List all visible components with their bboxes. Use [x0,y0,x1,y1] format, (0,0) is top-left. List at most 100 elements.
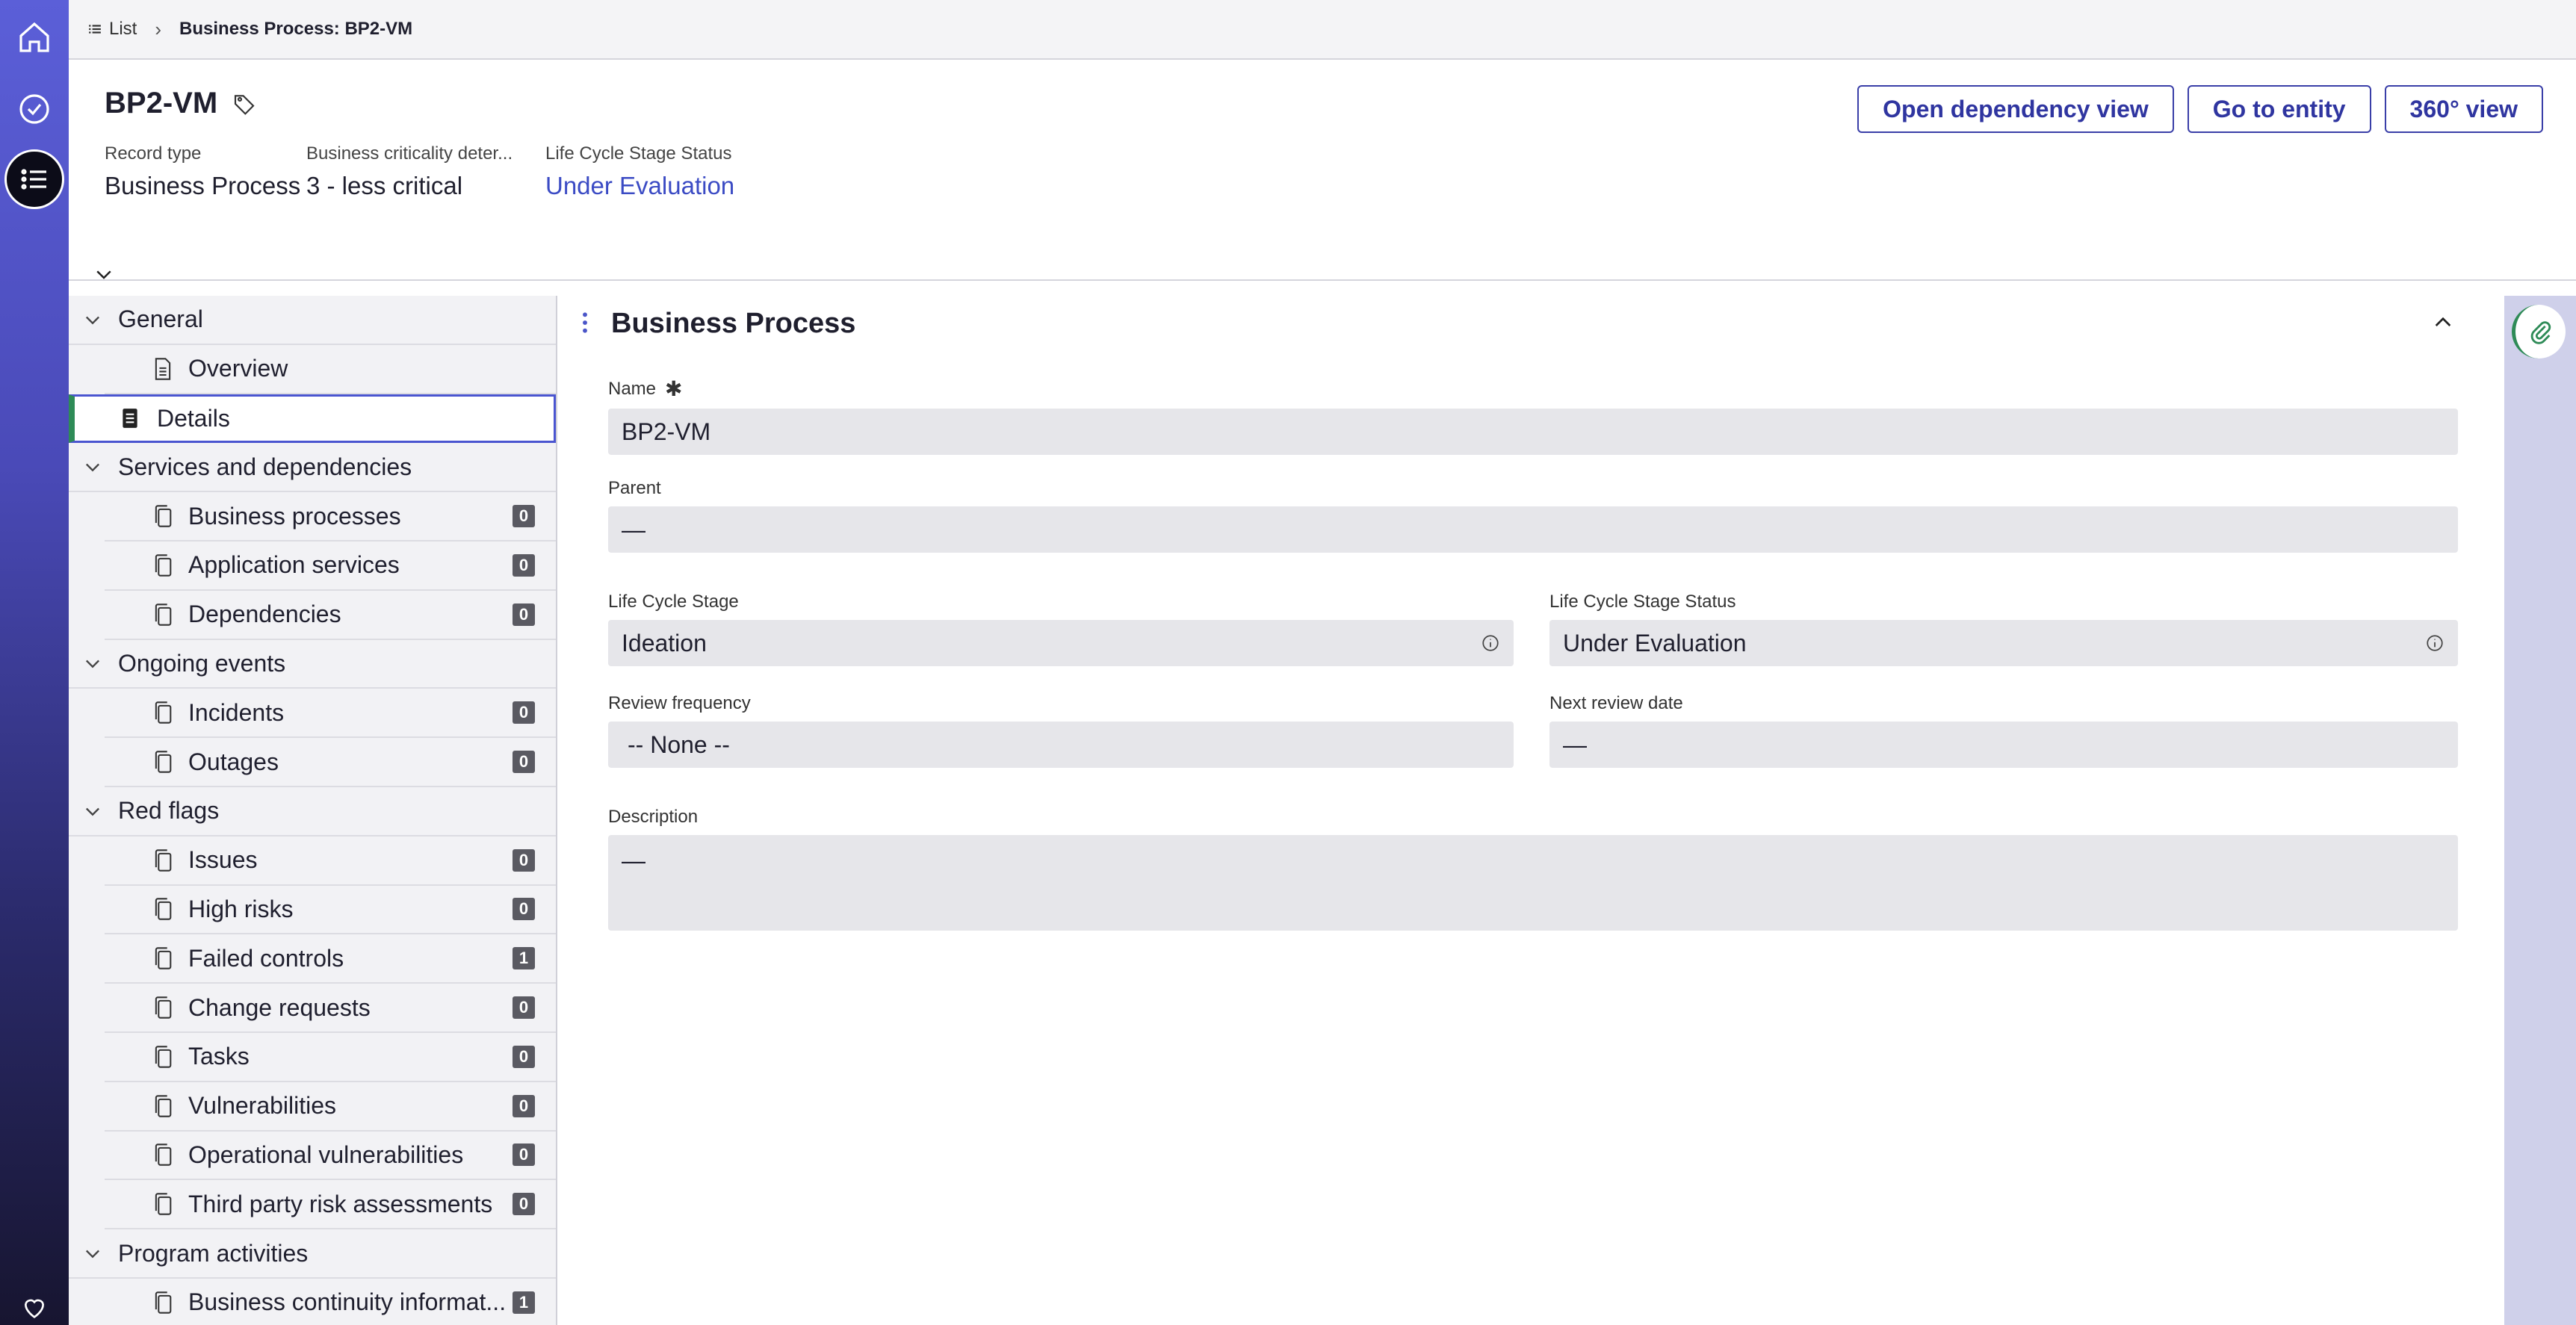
count-badge: 1 [513,947,535,970]
review-frequency-select[interactable]: -- None -- [608,722,1514,768]
open-dependency-view-button[interactable]: Open dependency view [1857,85,2174,133]
chevron-down-icon [86,316,99,325]
nav-group-label: Ongoing events [118,649,286,677]
nav-item-issues[interactable]: Issues 0 [105,837,556,886]
count-badge: 0 [513,505,535,528]
lcs-value: Ideation [622,629,707,657]
count-badge: 0 [513,1094,535,1117]
chevron-down-icon [86,1250,99,1259]
copy-icon [155,554,172,577]
header-actions: Open dependency view Go to entity 360° v… [1857,85,2543,133]
nav-item-operational-vulnerabilities[interactable]: Operational vulnerabilities 0 [105,1132,556,1181]
nav-item-failed-controls[interactable]: Failed controls 1 [105,934,556,984]
lcs-status-input[interactable]: Under Evaluation [1549,620,2458,666]
attachments-button[interactable] [2512,305,2566,359]
nav-item-label: Failed controls [188,944,344,972]
description-field: Description — [608,807,2458,931]
left-rail [0,0,69,1325]
review-frequency-field: Review frequency -- None -- [608,693,1514,768]
nav-group-label: Services and dependencies [118,453,412,480]
nav-item-third-party-risk[interactable]: Third party risk assessments 0 [105,1180,556,1230]
chevron-down-icon[interactable] [93,263,115,285]
field-label: Name ✱ [608,376,2458,401]
next-review-date-field: Next review date — [1549,693,2458,768]
view-360-button[interactable]: 360° view [2384,85,2543,133]
meta-criticality: Business criticality deter... 3 - less c… [306,143,513,200]
section-title: Business Process [611,308,856,339]
count-badge: 0 [513,751,535,774]
go-to-entity-button[interactable]: Go to entity [2187,85,2371,133]
copy-icon [155,1046,172,1068]
copy-icon [155,1291,172,1314]
meta-lcs-status: Life Cycle Stage Status Under Evaluation [545,143,734,200]
right-utility-strip [2504,296,2576,1325]
nav-group-program-activities[interactable]: Program activities [69,1229,556,1279]
heart-icon[interactable] [4,1292,64,1325]
nav-group-red-flags[interactable]: Red flags [69,787,556,837]
nav-item-high-risks[interactable]: High risks 0 [105,886,556,935]
nav-item-overview[interactable]: Overview [105,345,556,394]
meta-record-type: Record type Business Process [105,143,300,200]
nav-item-label: Issues [188,846,258,874]
description-textarea[interactable]: — [608,835,2458,931]
nav-item-change-requests[interactable]: Change requests 0 [105,984,556,1033]
next-review-date-input[interactable]: — [1549,722,2458,768]
info-icon[interactable] [1481,633,1500,653]
meta-label: Life Cycle Stage Status [545,143,732,164]
chevron-up-icon[interactable] [2431,311,2455,335]
document-icon [155,357,171,380]
nav-group-general[interactable]: General [69,296,556,345]
more-vertical-icon[interactable] [580,311,590,335]
nav-item-business-processes[interactable]: Business processes 0 [105,492,556,542]
nav-item-dependencies[interactable]: Dependencies 0 [105,591,556,640]
copy-icon [155,1144,172,1167]
list-icon[interactable] [4,149,64,209]
chevron-down-icon [86,807,99,816]
info-icon[interactable] [2425,633,2445,653]
name-label: Name [608,378,657,399]
parent-input[interactable]: — [608,506,2458,553]
nav-group-ongoing-events[interactable]: Ongoing events [69,640,556,689]
nav-item-outages[interactable]: Outages 0 [105,738,556,787]
meta-label: Record type [105,143,202,164]
required-asterisk-icon: ✱ [665,377,683,400]
copy-icon [155,701,172,724]
copy-icon [155,848,172,872]
breadcrumb-list-link[interactable]: List [88,19,137,40]
check-circle-icon[interactable] [4,79,64,139]
nav-group-services[interactable]: Services and dependencies [69,443,556,493]
paperclip-icon [2530,321,2551,344]
home-icon[interactable] [4,7,64,67]
review-frequency-label: Review frequency [608,693,751,713]
name-input[interactable]: BP2-VM [608,409,2458,455]
copy-icon [155,947,172,969]
nav-item-label: Vulnerabilities [188,1092,337,1120]
copy-icon [155,996,172,1019]
lcs-input[interactable]: Ideation [608,620,1514,666]
nav-item-business-continuity[interactable]: Business continuity informat... 1 [105,1279,556,1325]
count-badge: 0 [513,898,535,921]
nav-item-incidents[interactable]: Incidents 0 [105,689,556,739]
nav-item-application-services[interactable]: Application services 0 [105,542,556,591]
name-field: Name ✱ BP2-VM [608,376,2458,455]
meta-lcs-status-link[interactable]: Under Evaluation [545,172,734,200]
meta-label: Business criticality deter... [306,143,513,164]
form-panel: Business Process Name ✱ BP2-VM Parent — … [559,296,2504,1325]
nav-item-label: Operational vulnerabilities [188,1141,464,1168]
nav-item-details[interactable]: Details [69,394,556,444]
tag-icon[interactable] [232,92,256,116]
nav-item-tasks[interactable]: Tasks 0 [105,1033,556,1082]
record-header: BP2-VM Record type Business Process Busi… [69,60,2576,281]
nav-item-label: Application services [188,551,400,579]
life-cycle-stage-field: Life Cycle Stage Ideation [608,592,1514,666]
lcs-status-value: Under Evaluation [1563,629,1747,657]
count-badge: 0 [513,553,535,577]
lcs-status-label: Life Cycle Stage Status [1549,592,1736,612]
next-review-date-label: Next review date [1549,693,1683,713]
copy-icon [155,505,172,527]
nav-item-label: Dependencies [188,601,341,628]
nav-item-label: High risks [188,895,294,922]
nav-item-label: Business continuity informat... [188,1288,507,1316]
count-badge: 1 [513,1291,535,1314]
nav-item-vulnerabilities[interactable]: Vulnerabilities 0 [105,1082,556,1132]
